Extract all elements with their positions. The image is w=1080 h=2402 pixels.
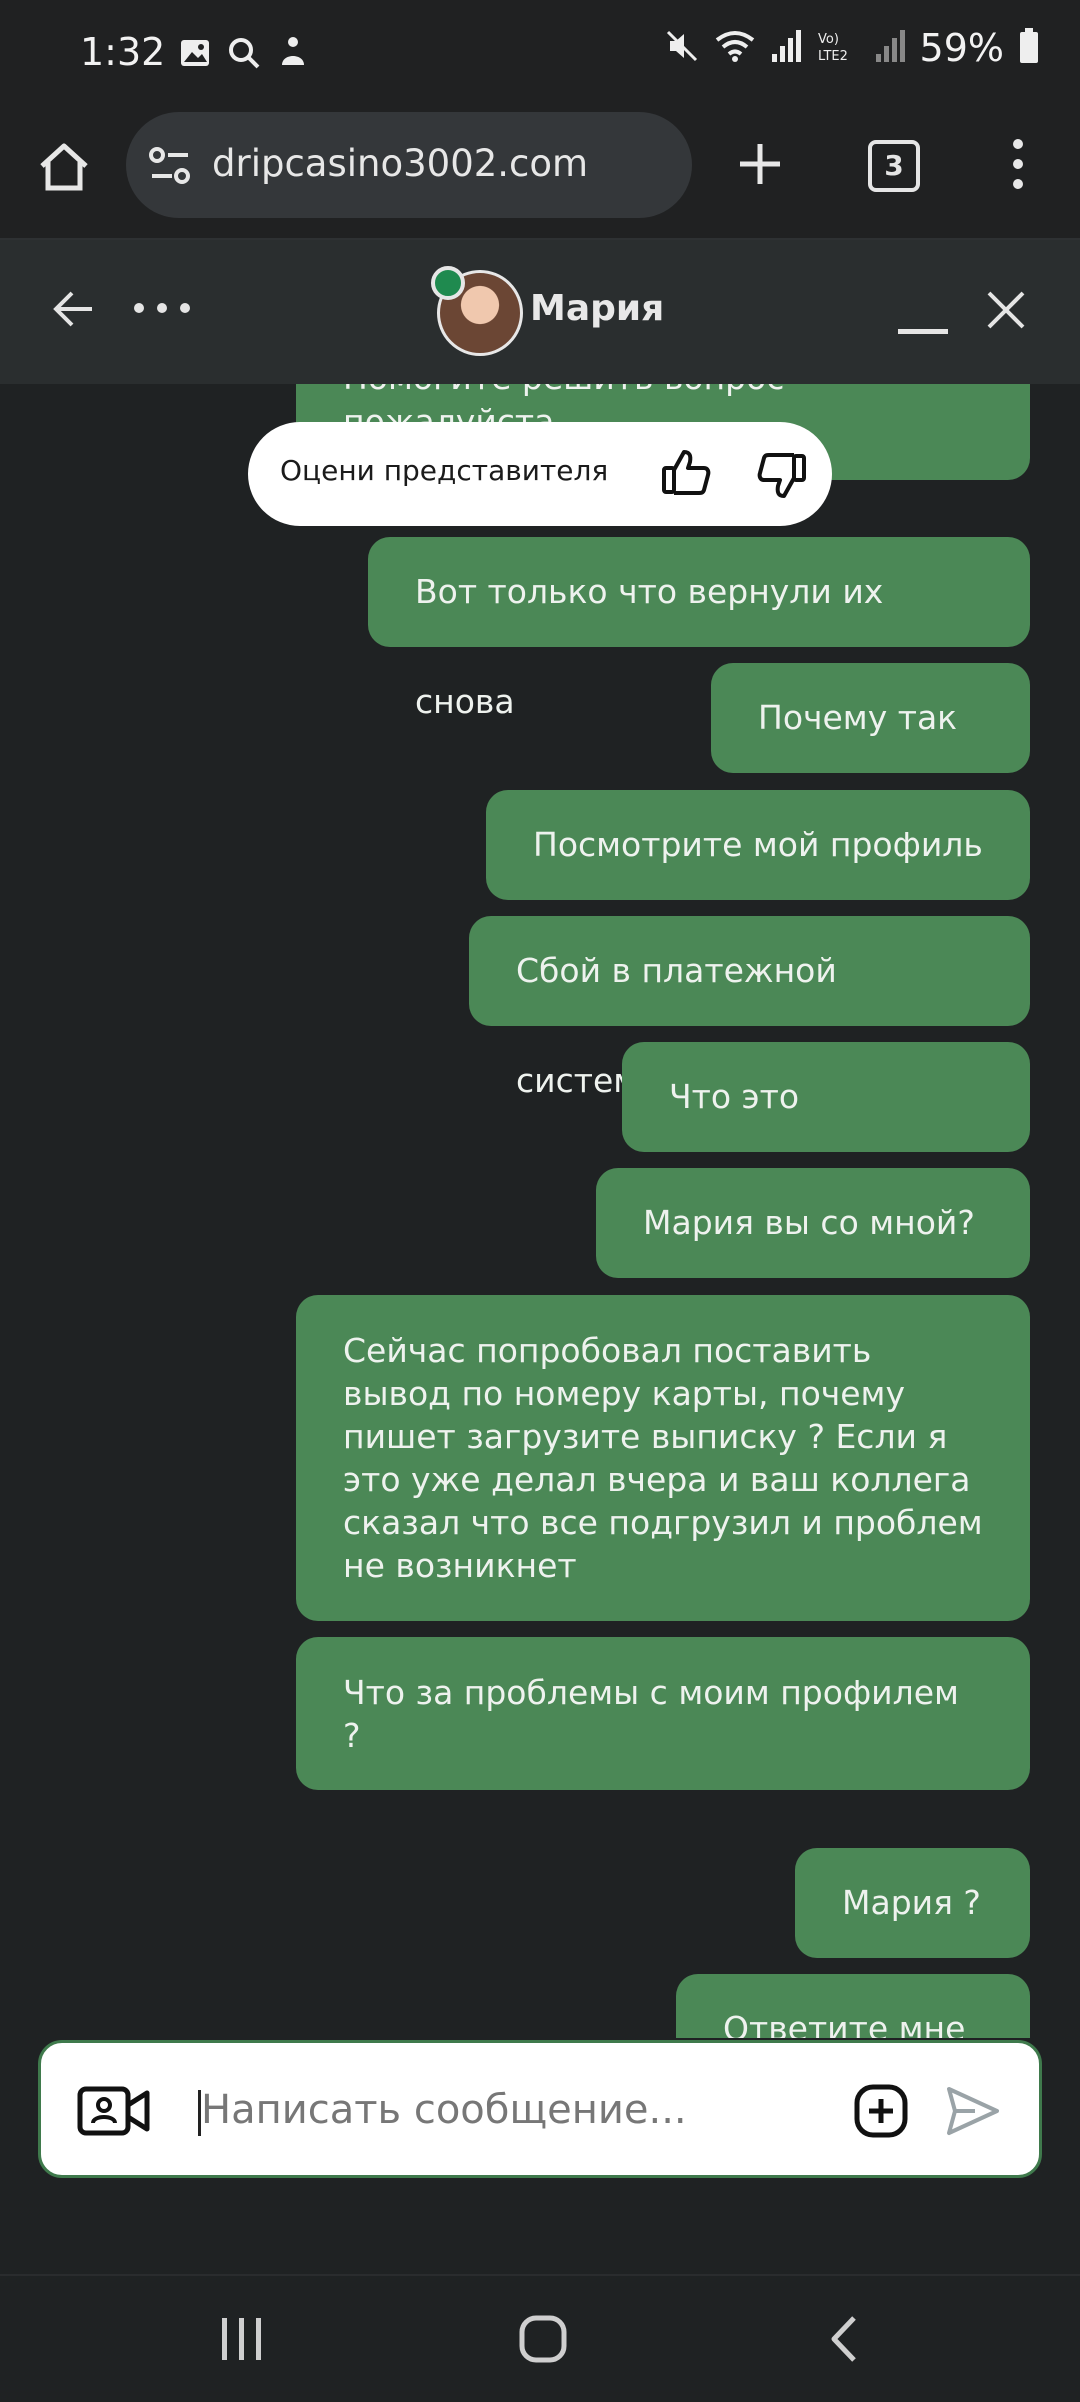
message-list[interactable]: Помогите решить вопрос пожалуйста Вот то… xyxy=(0,384,1080,2038)
thumbs-down-icon[interactable] xyxy=(756,450,808,506)
message-bubble: Мария ? xyxy=(795,1848,1030,1958)
attach-plus-icon[interactable] xyxy=(853,2083,909,2143)
browser-toolbar: dripcasino3002.com 3 xyxy=(0,110,1080,240)
message-bubble: Что за проблемы с моим профилем ? xyxy=(296,1637,1030,1790)
chat-footer xyxy=(0,2178,1080,2274)
search-icon xyxy=(226,35,262,75)
tab-switcher-button[interactable]: 3 xyxy=(868,140,920,192)
chat-header: Мария xyxy=(0,240,1080,384)
message-bubble: Сейчас попробовал поставить вывод по ном… xyxy=(296,1295,1030,1621)
address-bar[interactable]: dripcasino3002.com xyxy=(126,112,692,218)
system-navigation-bar xyxy=(0,2274,1080,2402)
status-bar: 1:32 Vo) LTE2 59% xyxy=(0,0,1080,110)
message-bubble: Посмотрите мой профиль xyxy=(486,790,1030,900)
message-composer xyxy=(38,2040,1042,2178)
text-cursor xyxy=(198,2090,201,2136)
back-button-icon[interactable] xyxy=(828,2314,858,2368)
home-icon[interactable] xyxy=(36,140,92,198)
rate-agent-label: Оцени представителя xyxy=(280,454,609,487)
more-options-icon[interactable] xyxy=(132,300,192,319)
send-icon[interactable] xyxy=(945,2083,1001,2143)
message-bubble: Почему так ? xyxy=(711,663,1030,847)
signal-icon xyxy=(874,28,906,68)
message-bubble: Вот только что вернули их снова xyxy=(368,537,1030,721)
home-button-icon[interactable] xyxy=(518,2314,568,2368)
status-time: 1:32 xyxy=(80,30,166,74)
battery-icon xyxy=(1018,27,1040,69)
recent-apps-icon[interactable] xyxy=(220,2316,264,2366)
svg-text:Vo): Vo) xyxy=(818,32,839,47)
site-settings-icon[interactable] xyxy=(148,146,192,190)
url-text[interactable]: dripcasino3002.com xyxy=(212,142,588,185)
svg-text:LTE2: LTE2 xyxy=(818,49,848,64)
mute-icon xyxy=(664,28,700,68)
video-call-icon[interactable] xyxy=(77,2085,151,2141)
accessibility-icon xyxy=(276,35,310,75)
back-arrow-icon[interactable] xyxy=(50,286,96,336)
gallery-icon xyxy=(178,36,212,74)
wifi-icon xyxy=(714,28,756,68)
thumbs-up-icon[interactable] xyxy=(660,446,712,502)
volte-icon: Vo) LTE2 xyxy=(816,28,860,68)
new-tab-icon[interactable] xyxy=(736,140,784,192)
message-bubble: Мария вы со мной? xyxy=(596,1168,1030,1278)
more-menu-icon[interactable] xyxy=(1008,138,1028,194)
rate-agent-popup: Оцени представителя xyxy=(248,422,832,526)
online-status-dot xyxy=(431,266,465,300)
message-bubble: Ответите мне ? xyxy=(676,1974,1030,2038)
close-icon[interactable] xyxy=(986,290,1026,334)
minimize-icon[interactable] xyxy=(898,322,948,341)
message-bubble: Что это означает? xyxy=(622,1042,1030,1226)
agent-name: Мария xyxy=(530,288,665,329)
message-input[interactable] xyxy=(199,2069,863,2151)
signal-icon xyxy=(770,28,802,68)
battery-percent: 59% xyxy=(919,26,1004,70)
message-bubble: Сбой в платежной системе xyxy=(469,916,1030,1100)
